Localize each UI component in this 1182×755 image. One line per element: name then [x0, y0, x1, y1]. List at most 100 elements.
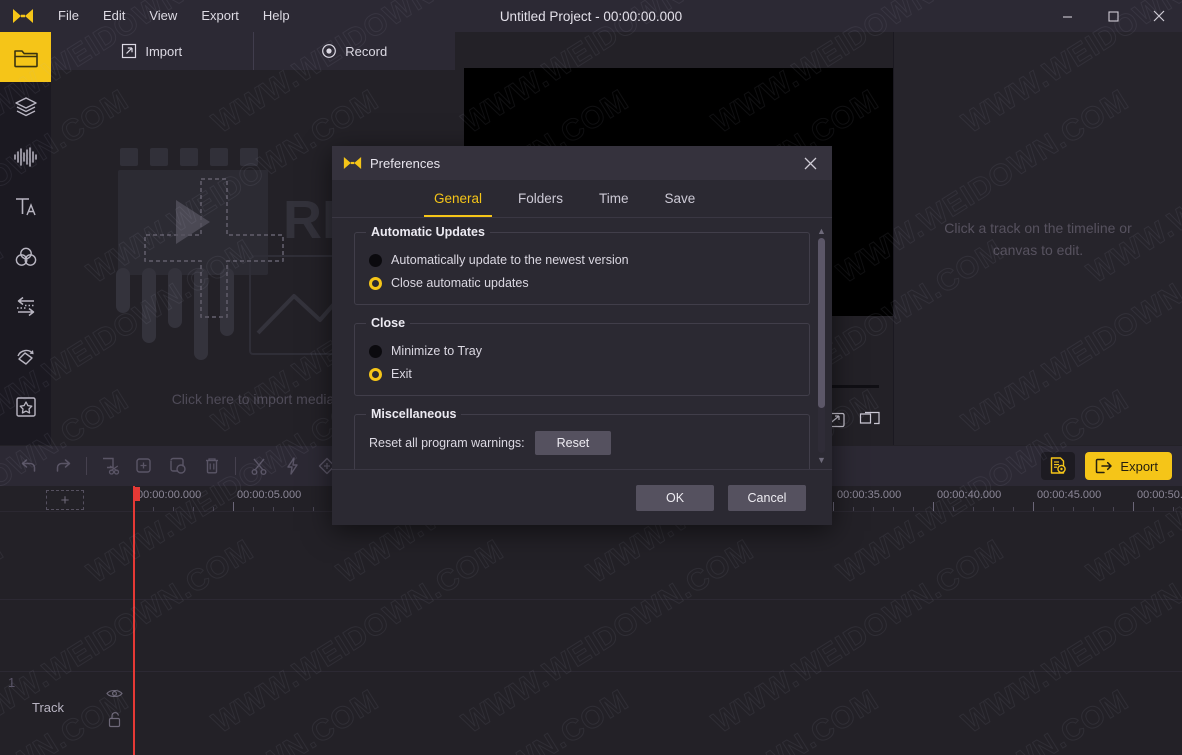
playhead-handle[interactable] [133, 487, 140, 501]
tab-time[interactable]: Time [581, 180, 647, 217]
sidebar-item-audio[interactable] [0, 132, 51, 182]
delete-button[interactable] [195, 446, 229, 486]
redo-button[interactable] [46, 446, 80, 486]
dialog-logo-icon [343, 156, 362, 170]
dialog-content: Automatic Updates Automatically update t… [332, 218, 832, 469]
radio-minimize-to-tray[interactable]: Minimize to Tray [369, 344, 795, 358]
properties-panel: Click a track on the timeline or canvas … [893, 32, 1182, 445]
window-controls [1044, 0, 1182, 32]
menu-bar: File Edit View Export Help [46, 0, 302, 32]
export-button-label: Export [1120, 458, 1158, 474]
table-row[interactable]: 1 Track [0, 672, 1182, 755]
project-settings-button[interactable] [1041, 452, 1076, 480]
track-header-1: 1 Track [0, 672, 131, 755]
ruler-major-tick [1033, 502, 1034, 511]
audio-waveform-icon [13, 147, 37, 167]
left-toolbar-rail [0, 32, 51, 445]
tab-record-label: Record [345, 43, 388, 59]
tab-import[interactable]: Import [51, 32, 253, 70]
timeline-body[interactable]: 1 Track [0, 512, 1182, 755]
sidebar-item-motion[interactable] [0, 332, 51, 382]
ruler-minor-tick [173, 507, 174, 511]
radio-auto-update-indicator[interactable] [369, 253, 382, 267]
undo-button[interactable] [12, 446, 46, 486]
menu-help[interactable]: Help [251, 0, 302, 32]
timeline-row-empty-2[interactable] [0, 600, 1182, 672]
scrollbar-thumb[interactable] [818, 238, 825, 408]
tab-general[interactable]: General [416, 180, 500, 217]
dialog-scrollbar[interactable]: ▲ ▼ [815, 226, 827, 465]
radio-auto-update-label: Automatically update to the newest versi… [391, 253, 629, 267]
duplicate-clip-button[interactable] [161, 446, 195, 486]
tab-import-label: Import [145, 43, 183, 59]
add-track-glyph: + [60, 491, 70, 509]
track-toggles [106, 686, 123, 733]
radio-close-auto-update-label: Close automatic updates [391, 276, 529, 290]
tab-record[interactable]: Record [252, 32, 456, 70]
ruler-minor-tick [1173, 507, 1174, 511]
menu-view[interactable]: View [137, 0, 189, 32]
close-button[interactable] [1136, 0, 1182, 32]
radio-minimize-to-tray-indicator[interactable] [369, 344, 382, 358]
minimize-button[interactable] [1044, 0, 1090, 32]
dialog-tabs: General Folders Time Save [332, 180, 832, 218]
menu-file[interactable]: File [46, 0, 91, 32]
toolbar-divider-1 [86, 457, 87, 475]
radio-close-auto-update-indicator[interactable] [369, 276, 382, 290]
split-delete-button[interactable] [93, 446, 127, 486]
export-arrow-icon [1096, 458, 1113, 474]
ruler-minor-tick [273, 507, 274, 511]
sidebar-item-text[interactable] [0, 182, 51, 232]
speed-button[interactable] [276, 446, 310, 486]
menu-edit[interactable]: Edit [91, 0, 137, 32]
record-dot-icon [322, 44, 337, 58]
sidebar-item-effects[interactable] [0, 382, 51, 432]
group-close-legend: Close [366, 316, 411, 330]
cancel-button[interactable]: Cancel [728, 484, 806, 511]
track-header-empty-1 [0, 512, 131, 599]
add-track-button[interactable]: + [46, 490, 84, 510]
trash-icon [206, 458, 218, 474]
radio-exit-indicator[interactable] [369, 367, 382, 381]
project-settings-icon [1051, 457, 1067, 474]
group-miscellaneous-legend: Miscellaneous [366, 407, 462, 421]
dialog-title-bar: Preferences [332, 146, 832, 180]
add-clip-button[interactable] [127, 446, 161, 486]
scroll-down-arrow[interactable]: ▼ [817, 455, 826, 465]
tab-folders[interactable]: Folders [500, 180, 581, 217]
unlock-icon[interactable] [107, 711, 122, 733]
sidebar-item-transitions[interactable] [0, 282, 51, 332]
ruler-major-tick [833, 502, 834, 511]
close-icon[interactable] [794, 146, 826, 180]
snapshot-icon[interactable] [859, 411, 881, 433]
add-clip-icon [136, 458, 151, 473]
tab-save[interactable]: Save [647, 180, 714, 217]
eye-icon[interactable] [106, 686, 123, 704]
ruler-time-label: 00:00:05.000 [237, 489, 302, 501]
sidebar-item-color[interactable] [0, 232, 51, 282]
group-close: Close Minimize to Tray Exit [354, 316, 810, 396]
timeline-row-empty-1[interactable] [0, 512, 1182, 600]
ruler-minor-tick [893, 507, 894, 511]
reset-button[interactable]: Reset [534, 431, 612, 455]
ruler-time-label: 00:00:50.000 [1137, 489, 1182, 501]
sidebar-item-layers[interactable] [0, 82, 51, 132]
split-delete-icon [103, 457, 120, 475]
export-button[interactable]: Export [1085, 452, 1172, 480]
scroll-up-arrow[interactable]: ▲ [817, 226, 826, 236]
ok-button[interactable]: OK [636, 484, 714, 511]
radio-close-auto-update[interactable]: Close automatic updates [369, 276, 795, 290]
preferences-dialog: Preferences General Folders Time Save Au… [332, 146, 832, 525]
radio-auto-update[interactable]: Automatically update to the newest versi… [369, 253, 795, 267]
group-automatic-updates-legend: Automatic Updates [366, 225, 490, 239]
radio-exit[interactable]: Exit [369, 367, 795, 381]
sidebar-item-media[interactable] [0, 32, 51, 82]
maximize-button[interactable] [1090, 0, 1136, 32]
menu-export[interactable]: Export [189, 0, 251, 32]
cut-button[interactable] [242, 446, 276, 486]
ruler-minor-tick [193, 507, 194, 511]
ruler-major-tick [233, 502, 234, 511]
playhead[interactable] [133, 486, 135, 755]
dialog-footer: OK Cancel [332, 469, 832, 525]
track-name-label: Track [32, 700, 65, 715]
